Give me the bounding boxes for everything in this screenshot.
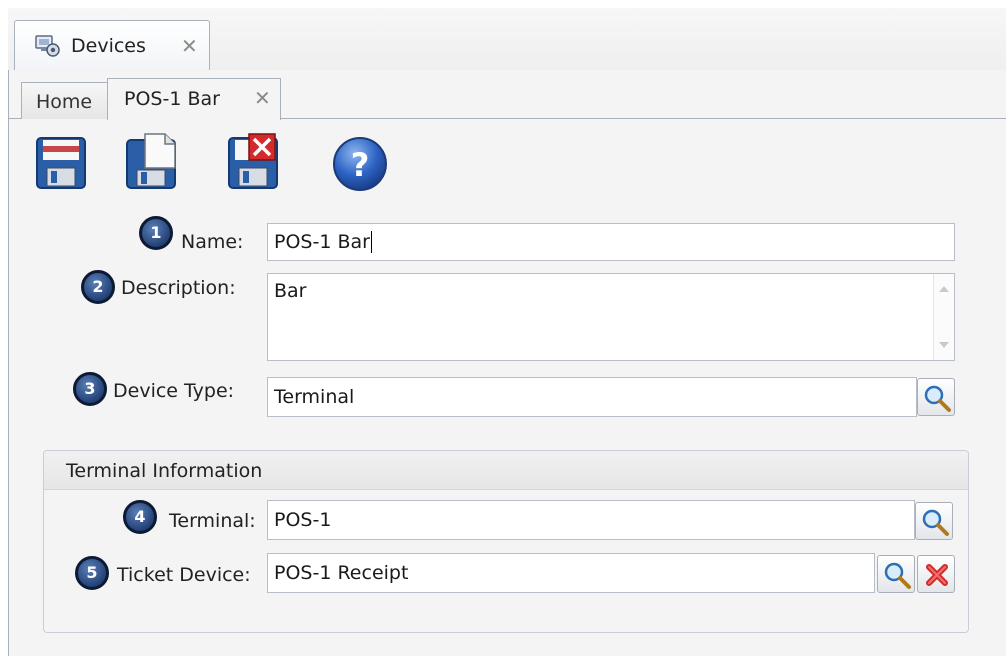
terminal-field[interactable]: POS-1: [267, 500, 915, 540]
help-glyph: ?: [351, 146, 370, 184]
badge-5: 5: [75, 556, 109, 590]
tab-pos-1-bar[interactable]: POS-1 Bar ✕: [107, 78, 281, 120]
search-icon: [884, 562, 911, 589]
save-copy-icon: [126, 133, 176, 189]
save-icon: [36, 137, 86, 189]
ticket-device-search-button[interactable]: [877, 555, 915, 593]
terminal-label: Terminal:: [169, 510, 256, 532]
badge-2: 2: [81, 270, 115, 304]
tab-pos-1-bar-label: POS-1 Bar: [124, 88, 220, 110]
badge-1: 1: [139, 216, 173, 250]
close-icon[interactable]: ✕: [254, 86, 271, 110]
description-value: Bar: [274, 280, 307, 302]
description-label: Description:: [121, 277, 236, 299]
description-field[interactable]: Bar: [267, 273, 955, 361]
devices-icon: [35, 35, 61, 57]
terminal-value: POS-1: [274, 509, 332, 531]
tab-home[interactable]: Home: [21, 82, 108, 119]
delete-icon: [228, 133, 278, 189]
inner-tab-strip: Home POS-1 Bar ✕: [9, 70, 1006, 120]
device-type-value: Terminal: [274, 386, 355, 408]
tab-devices[interactable]: Devices ✕: [14, 20, 210, 70]
name-field[interactable]: POS-1 Bar: [267, 223, 955, 261]
delete-button[interactable]: [223, 132, 285, 192]
help-button[interactable]: ?: [329, 132, 391, 192]
save-button[interactable]: [31, 132, 93, 192]
tab-devices-label: Devices: [71, 35, 146, 57]
ticket-device-clear-button[interactable]: [917, 555, 955, 593]
group-header: Terminal Information: [44, 451, 968, 490]
toolbar: ?: [9, 126, 1006, 198]
terminal-search-button[interactable]: [915, 502, 953, 540]
tab-home-label: Home: [36, 91, 93, 113]
description-scrollbar[interactable]: [933, 274, 954, 360]
help-icon: ?: [333, 137, 387, 191]
badge-4: 4: [123, 500, 157, 534]
scroll-up-icon[interactable]: [939, 286, 949, 292]
ticket-device-field[interactable]: POS-1 Receipt: [267, 553, 875, 593]
devices-panel: Home POS-1 Bar ✕ ? 1 Name: POS-1 Bar 2 D…: [8, 70, 1006, 656]
ticket-device-label: Ticket Device:: [117, 564, 251, 586]
name-value: POS-1 Bar: [274, 231, 370, 253]
name-label: Name:: [181, 231, 244, 253]
close-icon[interactable]: ✕: [181, 34, 198, 58]
text-caret: [370, 231, 372, 253]
search-icon: [924, 385, 951, 412]
group-title: Terminal Information: [66, 460, 263, 482]
badge-3: 3: [73, 372, 107, 406]
device-type-label: Device Type:: [113, 380, 235, 402]
terminal-information-group: Terminal Information: [43, 450, 969, 633]
scroll-down-icon[interactable]: [939, 342, 949, 348]
save-copy-button[interactable]: [121, 132, 183, 192]
search-icon: [922, 509, 949, 536]
device-type-search-button[interactable]: [917, 378, 955, 416]
app-window: Devices ✕ Home POS-1 Bar ✕ ? 1 Name: POS…: [8, 8, 1006, 656]
document-tab-strip: Devices ✕: [8, 8, 1006, 71]
ticket-device-value: POS-1 Receipt: [274, 562, 409, 584]
device-type-field[interactable]: Terminal: [267, 377, 917, 417]
clear-icon: [926, 564, 948, 586]
